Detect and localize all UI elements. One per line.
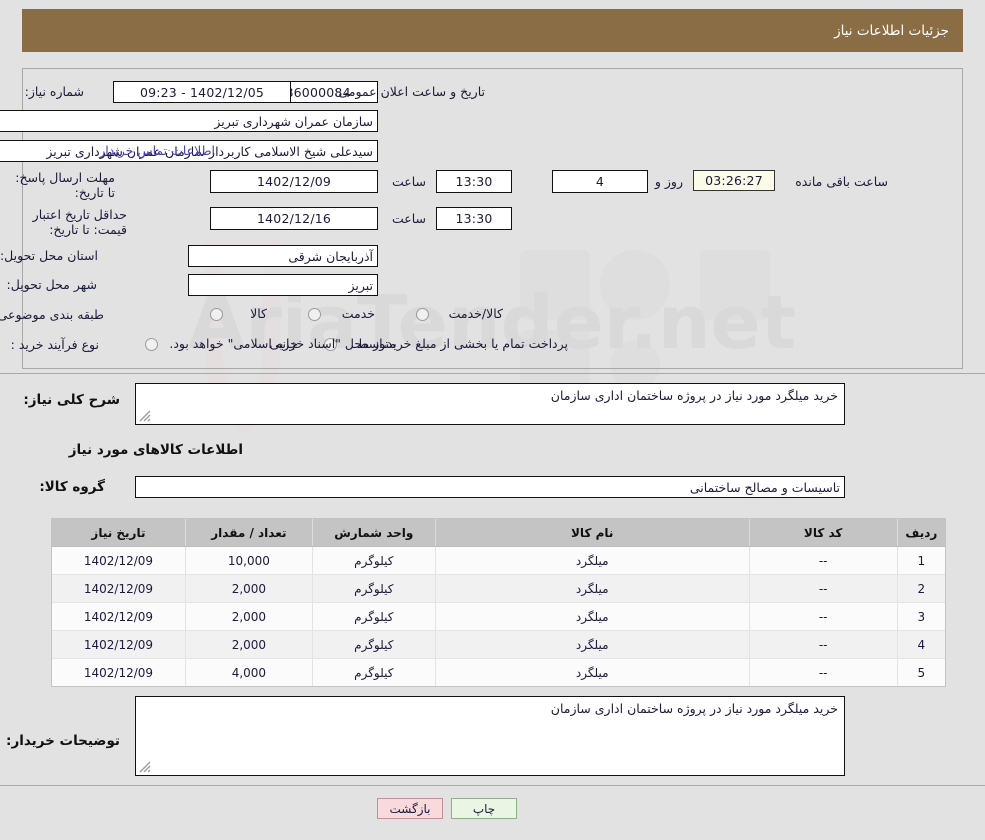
radio-process-jozei[interactable]: [145, 338, 158, 351]
items-heading: اطلاعات کالاهای مورد نیاز: [68, 442, 243, 458]
buyer-contact-link[interactable]: اطلاعات تماس خریدار: [99, 143, 215, 158]
price-validity-date-field[interactable]: 1402/12/16: [210, 207, 378, 230]
cell-name: میلگرد: [434, 658, 750, 686]
cell-qty: 4,000: [184, 658, 313, 686]
cell-qty: 2,000: [184, 574, 313, 603]
items-table: ردیف کد کالا نام کالا واحد شمارش تعداد /…: [52, 519, 945, 686]
cell-name: میلگرد: [434, 602, 750, 631]
cell-qty: 2,000: [184, 630, 313, 659]
cell-code: --: [748, 630, 898, 659]
cell-date: 1402/12/09: [52, 574, 186, 603]
cell-date: 1402/12/09: [52, 602, 186, 631]
price-validity-label: حداقل تاریخ اعتبار قیمت: تا تاریخ:: [32, 207, 127, 237]
table-row: 2 -- میلگرد کیلوگرم 2,000 1402/12/09: [52, 574, 945, 603]
page-title: جزئیات اطلاعات نیاز: [834, 22, 949, 39]
price-validity-time-field[interactable]: 13:30: [436, 207, 512, 230]
resize-grip-icon[interactable]: [139, 410, 151, 422]
cell-radif: 2: [896, 574, 945, 603]
buyer-notes-textarea[interactable]: خرید میلگرد مورد نیاز در پروژه ساختمان ا…: [135, 696, 845, 776]
cell-unit: کیلوگرم: [311, 630, 436, 659]
goods-group-field[interactable]: تاسیسات و مصالح ساختمانی: [135, 476, 845, 498]
cell-radif: 3: [896, 602, 945, 631]
cell-radif: 4: [896, 630, 945, 659]
table-header-row: ردیف کد کالا نام کالا واحد شمارش تعداد /…: [52, 519, 945, 547]
buyer-org-field[interactable]: سازمان عمران شهرداری تبریز: [0, 110, 378, 132]
cell-radif: 5: [896, 658, 945, 686]
cell-code: --: [748, 546, 898, 575]
goods-group-label: گروه کالا:: [39, 479, 105, 495]
table-row: 3 -- میلگرد کیلوگرم 2,000 1402/12/09: [52, 602, 945, 631]
province-label: استان محل تحویل:: [0, 248, 98, 263]
cell-name: میلگرد: [434, 546, 750, 575]
cell-code: --: [748, 574, 898, 603]
table-row: 1 -- میلگرد کیلوگرم 10,000 1402/12/09: [52, 546, 945, 575]
deadline-hour-label: ساعت: [391, 174, 426, 189]
radio-label-kala: کالا: [250, 306, 267, 321]
cell-qty: 10,000: [184, 546, 313, 575]
summary-text: خرید میلگرد مورد نیاز در پروژه ساختمان ا…: [550, 388, 838, 403]
col-header-date: تاریخ نیاز: [52, 519, 186, 547]
category-label: طبقه بندی موضوعی:: [0, 307, 104, 322]
cell-name: میلگرد: [434, 630, 750, 659]
radio-label-kala-khedmat: کالا/خدمت: [448, 306, 503, 321]
need-details-page: AriaTender.net جزئیات اطلاعات نیاز شماره…: [0, 0, 985, 840]
divider-bottom: [0, 785, 985, 786]
table-row: 4 -- میلگرد کیلوگرم 2,000 1402/12/09: [52, 630, 945, 659]
col-header-name: نام کالا: [434, 519, 750, 547]
buyer-notes-label: توضیحات خریدار:: [6, 733, 120, 749]
cell-unit: کیلوگرم: [311, 658, 436, 686]
cell-unit: کیلوگرم: [311, 574, 436, 603]
resize-grip-icon-notes[interactable]: [139, 761, 151, 773]
col-header-radif: ردیف: [896, 519, 945, 547]
cell-date: 1402/12/09: [52, 658, 186, 686]
cell-code: --: [748, 658, 898, 686]
days-remaining-field[interactable]: 4: [552, 170, 648, 193]
cell-date: 1402/12/09: [52, 630, 186, 659]
items-table-wrapper: ردیف کد کالا نام کالا واحد شمارش تعداد /…: [51, 518, 946, 687]
cell-code: --: [748, 602, 898, 631]
summary-label: شرح کلی نیاز:: [23, 392, 120, 408]
city-field[interactable]: تبریز: [188, 274, 378, 296]
need-number-label: شماره نیاز:: [24, 84, 84, 99]
print-button[interactable]: چاپ: [451, 798, 517, 819]
cell-name: میلگرد: [434, 574, 750, 603]
cell-date: 1402/12/09: [52, 546, 186, 575]
summary-textarea[interactable]: خرید میلگرد مورد نیاز در پروژه ساختمان ا…: [135, 383, 845, 425]
remaining-time-label: ساعت باقی مانده: [795, 174, 888, 189]
col-header-qty: تعداد / مقدار: [184, 519, 313, 547]
cell-unit: کیلوگرم: [311, 546, 436, 575]
cell-qty: 2,000: [184, 602, 313, 631]
radio-category-kala[interactable]: [210, 308, 223, 321]
cell-unit: کیلوگرم: [311, 602, 436, 631]
province-field[interactable]: آذربایجان شرقی: [188, 245, 378, 267]
announce-datetime-label: تاریخ و ساعت اعلان عمومی:: [334, 84, 485, 99]
buyer-notes-text: خرید میلگرد مورد نیاز در پروژه ساختمان ا…: [550, 701, 838, 716]
col-header-unit: واحد شمارش: [311, 519, 436, 547]
radio-category-kala-khedmat[interactable]: [416, 308, 429, 321]
payment-note: پرداخت تمام یا بخشی از مبلغ خرید،از محل …: [169, 336, 568, 351]
deadline-label: مهلت ارسال پاسخ: تا تاریخ:: [15, 170, 115, 200]
table-row: 5 -- میلگرد کیلوگرم 4,000 1402/12/09: [52, 658, 945, 686]
back-button[interactable]: بازگشت: [377, 798, 443, 819]
divider-top: [0, 373, 985, 374]
deadline-time-field[interactable]: 13:30: [436, 170, 512, 193]
process-label: نوع فرآیند خرید :: [10, 337, 99, 352]
days-and-label: روز و: [654, 174, 683, 189]
page-title-bar: جزئیات اطلاعات نیاز: [22, 9, 963, 52]
items-table-body: 1 -- میلگرد کیلوگرم 10,000 1402/12/09 2 -- میلگر…: [52, 546, 945, 686]
cell-radif: 1: [896, 546, 945, 575]
deadline-date-field[interactable]: 1402/12/09: [210, 170, 378, 193]
countdown-timer: 03:26:27: [693, 170, 775, 191]
price-validity-hour-label: ساعت: [391, 211, 426, 226]
col-header-code: کد کالا: [748, 519, 898, 547]
announce-datetime-field[interactable]: 1402/12/05 - 09:23: [113, 81, 291, 103]
radio-label-khedmat: خدمت: [341, 306, 375, 321]
city-label: شهر محل تحویل:: [6, 277, 97, 292]
radio-category-khedmat[interactable]: [308, 308, 321, 321]
